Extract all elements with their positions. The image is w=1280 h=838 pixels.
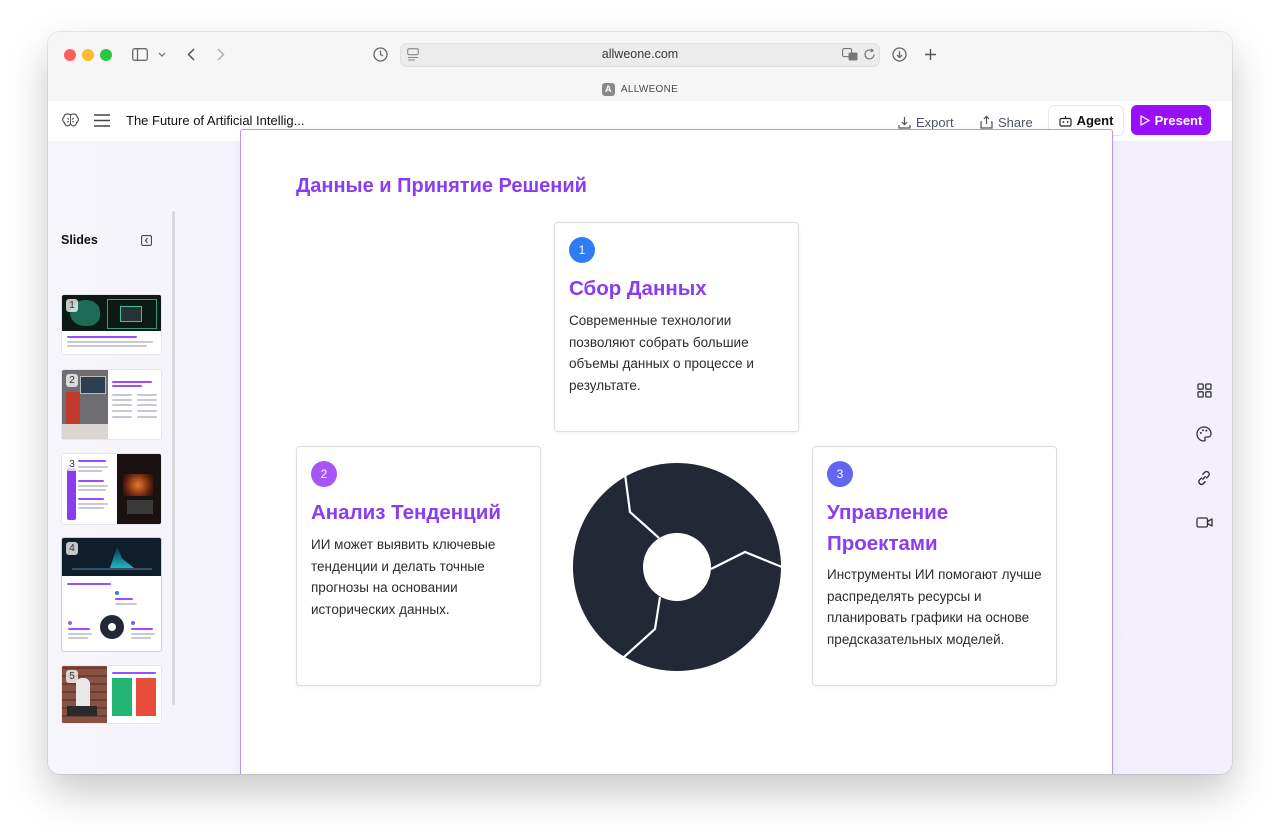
palette-icon[interactable]	[1194, 424, 1214, 444]
card-body: ИИ может выявить ключевые тенденции и де…	[311, 537, 496, 617]
link-icon[interactable]	[1194, 468, 1214, 488]
card-body: Инструменты ИИ помогают лучше распределя…	[827, 567, 1042, 647]
card-title: Управление Проектами	[827, 501, 949, 555]
slide-number: 4	[66, 542, 78, 555]
card-number-badge: 3	[827, 461, 853, 487]
menu-icon[interactable]	[94, 114, 110, 132]
translate-icon[interactable]	[842, 48, 858, 66]
slide-canvas[interactable]: Данные и Принятие Решений 1 Сбор Данных …	[240, 129, 1113, 774]
share-icon	[980, 115, 993, 129]
thumbnail-image	[117, 454, 161, 524]
share-label: Share	[998, 114, 1033, 130]
new-tab-icon[interactable]	[922, 43, 938, 65]
brain-logo-icon[interactable]	[62, 113, 79, 133]
close-window-button[interactable]	[64, 49, 76, 61]
card-number-badge: 2	[311, 461, 337, 487]
export-icon	[898, 116, 911, 129]
export-label: Export	[916, 114, 954, 130]
slide-title[interactable]: Данные и Принятие Решений	[296, 175, 587, 198]
robot-icon	[1058, 115, 1072, 127]
present-label: Present	[1154, 112, 1203, 128]
card-body: Современные технологии позволяют собрать…	[569, 313, 754, 393]
maximize-window-button[interactable]	[100, 49, 112, 61]
chevron-down-icon[interactable]	[156, 43, 168, 65]
card-project-management[interactable]: 3 Управление Проектами Инструменты ИИ по…	[812, 446, 1057, 686]
tab-favicon: A	[601, 82, 615, 96]
sidebar-toggle-icon[interactable]	[130, 43, 150, 65]
forward-icon[interactable]	[214, 43, 228, 65]
slide-thumbnail-3[interactable]: 3	[61, 453, 162, 525]
document-title[interactable]: The Future of Artificial Intellig...	[126, 113, 304, 128]
collapse-sidebar-icon[interactable]	[141, 233, 152, 246]
present-button[interactable]: Present	[1131, 105, 1211, 135]
grid-icon[interactable]	[1194, 380, 1214, 400]
card-data-collection[interactable]: 1 Сбор Данных Современные технологии поз…	[554, 222, 799, 432]
url-text: allweone.com	[601, 47, 679, 61]
play-icon	[1140, 114, 1150, 126]
slide-number: 5	[66, 670, 78, 683]
slide-thumbnail-1[interactable]: 1	[61, 294, 162, 355]
minimize-window-button[interactable]	[82, 49, 94, 61]
history-icon[interactable]	[371, 43, 389, 65]
reload-icon[interactable]	[863, 48, 876, 66]
slide-number: 2	[66, 374, 78, 387]
slides-title: Slides	[61, 233, 98, 247]
active-tab[interactable]: A ALLWEONE	[48, 80, 1232, 98]
slide-number: 3	[66, 458, 78, 471]
sidebar-scrollbar[interactable]	[172, 211, 175, 705]
address-bar[interactable]: allweone.com	[400, 43, 880, 67]
slide-thumbnail-2[interactable]: 2	[61, 369, 162, 440]
workspace: Slides 1 2 3 4 5 Данные и Принятие Решен…	[48, 129, 1232, 774]
slides-sidebar: Slides 1 2 3 4 5	[48, 141, 178, 774]
back-icon[interactable]	[184, 43, 198, 65]
browser-toolbar: allweone.com A ALLWEONE	[48, 32, 1232, 102]
slide-thumbnail-4[interactable]: 4	[61, 537, 162, 652]
video-icon[interactable]	[1194, 512, 1214, 532]
browser-window: allweone.com A ALLWEONE The Future of Ar…	[48, 32, 1232, 774]
card-title: Сбор Данных	[569, 277, 707, 300]
cycle-center	[643, 533, 711, 601]
download-icon[interactable]	[890, 43, 908, 65]
cycle-diagram[interactable]	[572, 462, 782, 672]
card-title: Анализ Тенденций	[311, 501, 501, 524]
slide-thumbnail-5[interactable]: 5	[61, 665, 162, 724]
slide-number: 1	[66, 299, 78, 312]
card-number-badge: 1	[569, 237, 595, 263]
card-trend-analysis[interactable]: 2 Анализ Тенденций ИИ может выявить ключ…	[296, 446, 541, 686]
tab-label: ALLWEONE	[620, 83, 679, 95]
agent-label: Agent	[1076, 113, 1114, 128]
